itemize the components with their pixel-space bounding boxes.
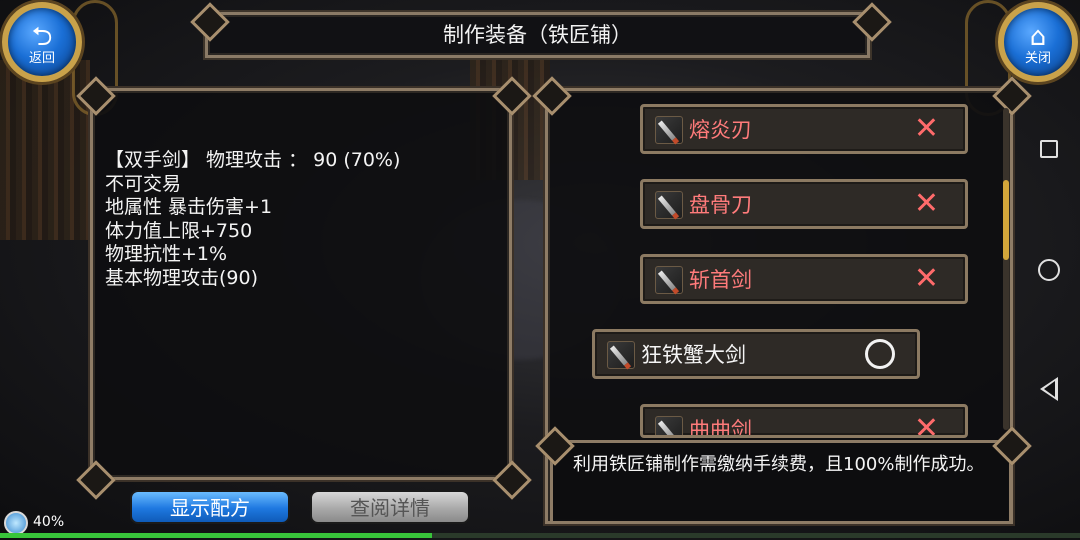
close-button-label: 关闭 (1024, 51, 1051, 66)
status-percent: 40% (33, 514, 65, 530)
sword-icon (607, 341, 635, 369)
show-recipe-button[interactable]: 显示配方 (130, 490, 290, 524)
home-icon: ⌂ (1029, 22, 1047, 52)
progress-bar-fill (0, 533, 432, 538)
item-detail-panel: 【双手剑】 物理攻击 ： 90 (70%) 不可交易 地属性 暴击伤害+1 体力… (90, 88, 512, 480)
progress-bar (0, 533, 1080, 538)
item-stat-line: 体力值上限+750 (105, 219, 253, 242)
item-stat-line: 基本物理攻击(90) (105, 266, 259, 289)
status-orb-icon (4, 511, 28, 535)
item-stat-line: 【双手剑】 物理攻击 ： 90 (70%) (105, 149, 401, 171)
unavailable-icon: ✕ (913, 411, 939, 438)
triangle-back-icon[interactable] (1040, 377, 1058, 401)
available-circle-icon (865, 339, 895, 369)
recipe-list-scrollbar[interactable] (1003, 108, 1009, 430)
item-stat-line: 不可交易 (105, 172, 182, 195)
recipe-item-selected[interactable]: 狂铁蟹大剑 (592, 329, 920, 379)
recipe-name: 盘骨刀 (689, 193, 752, 217)
sword-icon (655, 266, 683, 294)
back-button-label: 返回 (28, 51, 55, 66)
view-details-button[interactable]: 查阅详情 (310, 490, 470, 524)
recipe-item[interactable]: 曲曲剑 ✕ (640, 404, 968, 438)
unavailable-icon: ✕ (913, 261, 939, 296)
return-arrow-icon: ⮌ (31, 22, 53, 52)
unavailable-icon: ✕ (913, 186, 939, 221)
sword-icon (655, 416, 683, 435)
recipe-name: 熔炎刃 (689, 118, 752, 142)
recipe-name: 斩首剑 (689, 268, 752, 292)
recipe-name: 狂铁蟹大剑 (641, 343, 746, 367)
scrollbar-thumb[interactable] (1003, 180, 1009, 260)
sword-icon (655, 191, 683, 219)
back-button[interactable]: ⮌ 返回 (2, 2, 82, 82)
sword-icon (655, 116, 683, 144)
item-stat-line: 物理抗性+1% (105, 243, 228, 265)
unavailable-icon: ✕ (913, 111, 939, 146)
recipe-item[interactable]: 斩首剑 ✕ (640, 254, 968, 304)
circle-icon[interactable] (1038, 259, 1060, 281)
item-stats: 【双手剑】 物理攻击 ： 90 (70%) 不可交易 地属性 暴击伤害+1 体力… (105, 149, 400, 290)
crafting-info-box: 利用铁匠铺制作需缴纳手续费，且100%制作成功。 (550, 440, 1012, 524)
recipe-name: 曲曲剑 (689, 418, 752, 438)
recipe-item[interactable]: 盘骨刀 ✕ (640, 179, 968, 229)
recipe-item[interactable]: 熔炎刃 ✕ (640, 104, 968, 154)
item-stat-line: 地属性 暴击伤害+1 (105, 196, 273, 218)
square-icon[interactable] (1040, 140, 1058, 158)
close-button[interactable]: ⌂ 关闭 (998, 2, 1078, 82)
page-title: 制作装备（铁匠铺） (205, 12, 870, 58)
